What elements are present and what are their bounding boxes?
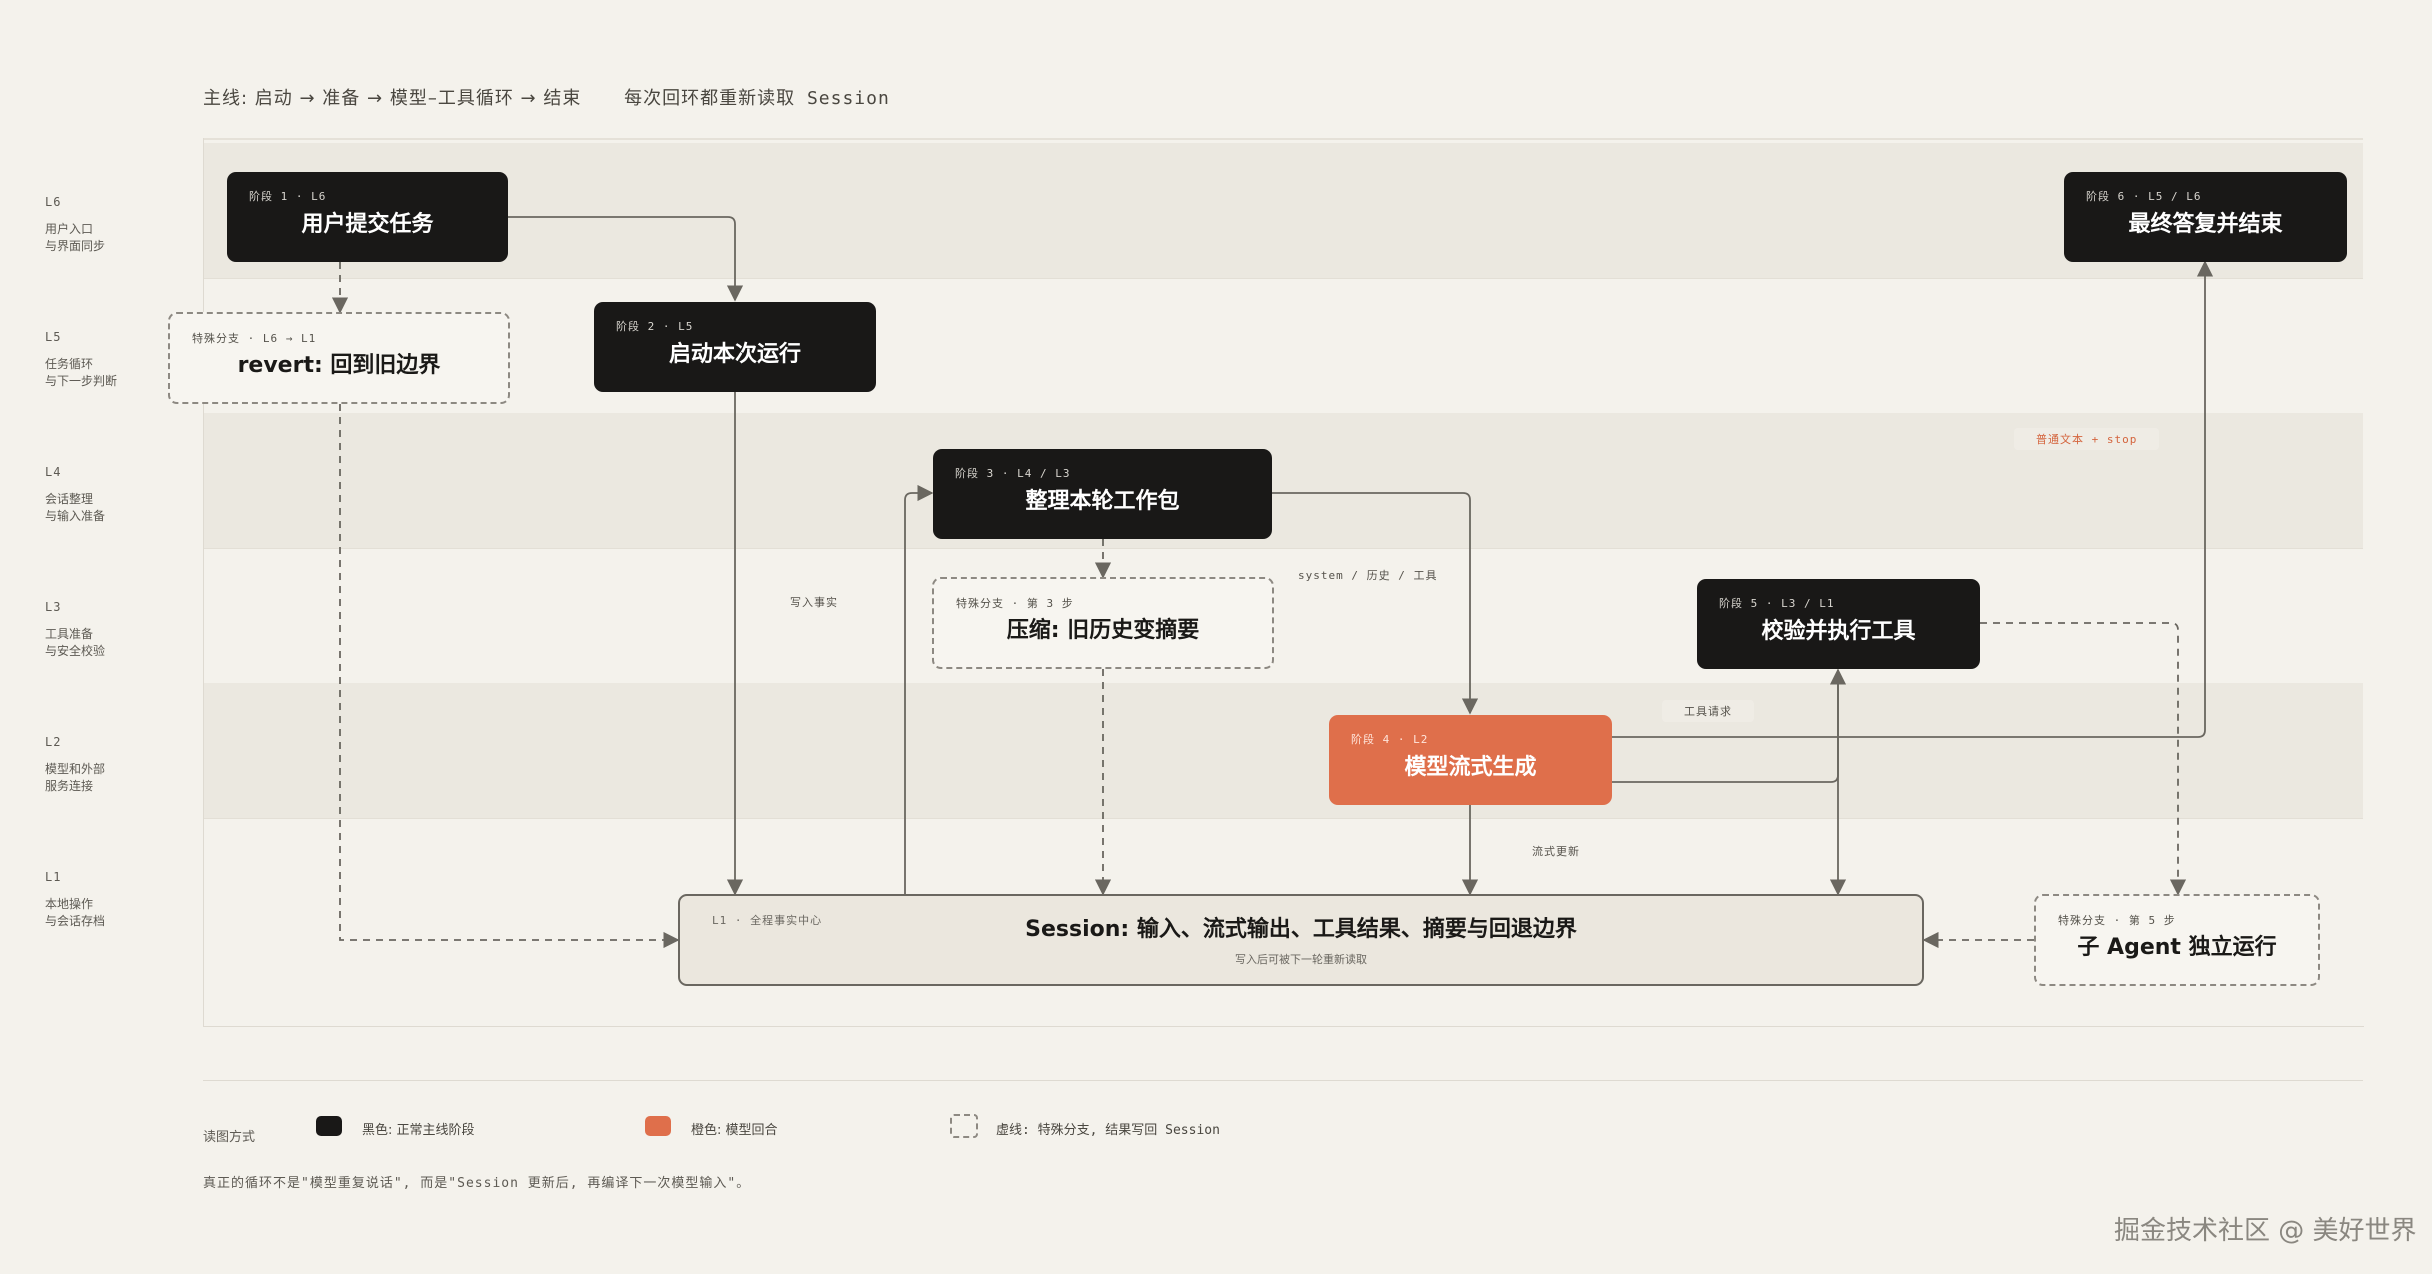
stage5-run-tools[interactable]: 阶段 5 · L3 / L1 校验并执行工具: [1697, 579, 1980, 669]
legend-text-orange: 橙色: 模型回合: [691, 1123, 778, 1138]
branch-subagent[interactable]: 特殊分支 · 第 5 步 子 Agent 独立运行: [2034, 894, 2320, 986]
legend-swatch-orange: [645, 1116, 671, 1136]
node-tag: 特殊分支 · L6 → L1: [192, 332, 317, 345]
legend-divider: [203, 1080, 2363, 1081]
node-title: 最终答复并结束: [2128, 212, 2283, 237]
stage2-start-run[interactable]: 阶段 2 · L5 启动本次运行: [594, 302, 876, 392]
node-subtitle: 写入后可被下一轮重新读取: [1235, 953, 1367, 966]
legend-text-dashed: 虚线: 特殊分支, 结果写回 Session: [996, 1123, 1220, 1138]
node-tag: L1 · 全程事实中心: [712, 914, 823, 927]
node-tag: 阶段 2 · L5: [616, 320, 694, 333]
node-title: revert: 回到旧边界: [237, 353, 441, 378]
edge-stage5-subagent: [1980, 622, 2187, 896]
node-tag: 特殊分支 · 第 5 步: [2058, 914, 2176, 927]
edge-label-stream-update: 流式更新: [1532, 845, 1580, 858]
legend-text-black: 黑色: 正常主线阶段: [362, 1123, 475, 1138]
edge-revert-session: [339, 404, 680, 949]
node-title: 用户提交任务: [301, 212, 434, 237]
edge-stage4-stage5: [1612, 668, 1847, 783]
edge-stage1-stage2: [508, 216, 744, 302]
watermark: 掘金技术社区 @ 美好世界: [2114, 1216, 2417, 1246]
node-tag: 阶段 6 · L5 / L6: [2086, 190, 2202, 203]
stage4-model-stream[interactable]: 阶段 4 · L2 模型流式生成: [1329, 715, 1612, 805]
node-title: 校验并执行工具: [1761, 619, 1916, 644]
footnote: 真正的循环不是"模型重复说话", 而是"Session 更新后, 再编译下一次模…: [203, 1176, 751, 1191]
node-title: 模型流式生成: [1404, 755, 1537, 780]
session-fact-center[interactable]: L1 · 全程事实中心 Session: 输入、流式输出、工具结果、摘要与回退边…: [678, 894, 1924, 986]
edge-stage3-stage4: [1272, 492, 1479, 715]
node-tag: 阶段 5 · L3 / L1: [1719, 597, 1835, 610]
node-tag: 阶段 1 · L6: [249, 190, 327, 203]
node-tag: 阶段 3 · L4 / L3: [955, 467, 1071, 480]
stage3-prepare-package[interactable]: 阶段 3 · L4 / L3 整理本轮工作包: [933, 449, 1272, 539]
node-title: 启动本次运行: [668, 342, 801, 367]
legend-swatch-black: [316, 1116, 342, 1136]
branch-compress[interactable]: 特殊分支 · 第 3 步 压缩: 旧历史变摘要: [932, 577, 1274, 669]
legend-title: 读图方式: [203, 1130, 256, 1145]
stage6-final-answer[interactable]: 阶段 6 · L5 / L6 最终答复并结束: [2064, 172, 2347, 262]
node-tag: 特殊分支 · 第 3 步: [956, 597, 1074, 610]
edge-label-system-history-tools: system / 历史 / 工具: [1298, 569, 1438, 582]
node-title: 整理本轮工作包: [1025, 489, 1180, 514]
node-title: 子 Agent 独立运行: [2077, 935, 2277, 960]
node-title: Session: 输入、流式输出、工具结果、摘要与回退边界: [1025, 917, 1577, 942]
edge-label-tool-request: 工具请求: [1662, 700, 1754, 722]
edge-session-stage3: [904, 484, 934, 894]
edge-label-write-facts: 写入事实: [790, 596, 838, 609]
branch-revert[interactable]: 特殊分支 · L6 → L1 revert: 回到旧边界: [168, 312, 510, 404]
legend-swatch-dashed: [950, 1114, 978, 1138]
node-title: 压缩: 旧历史变摘要: [1006, 618, 1200, 643]
node-tag: 阶段 4 · L2: [1351, 733, 1429, 746]
stage1-user-submit[interactable]: 阶段 1 · L6 用户提交任务: [227, 172, 508, 262]
edge-label-text-stop: 普通文本 + stop: [2014, 428, 2160, 450]
